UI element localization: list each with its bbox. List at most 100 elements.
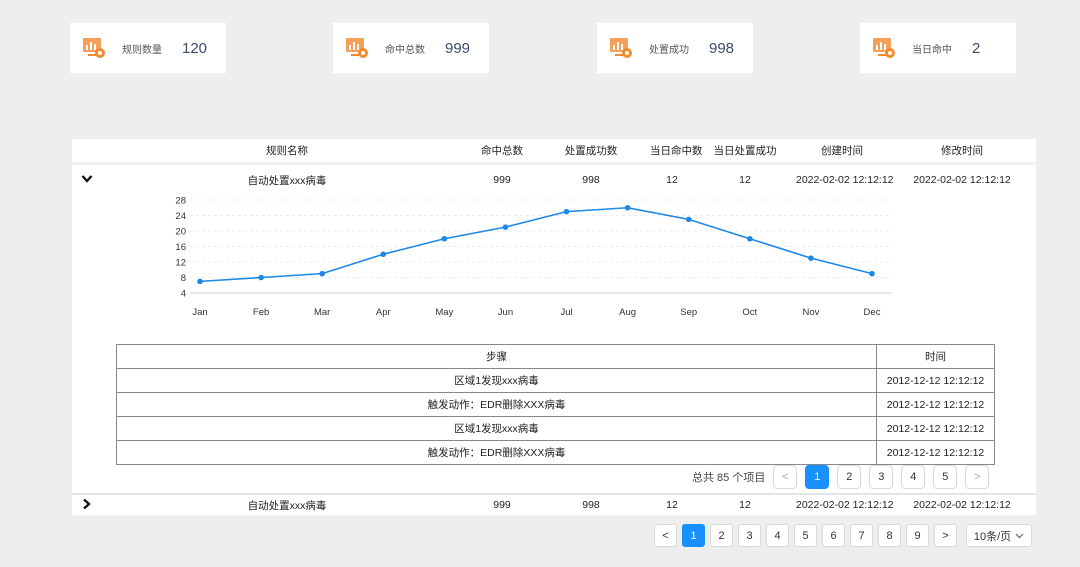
page-button-2[interactable]: 2: [837, 465, 862, 489]
next-page-button[interactable]: >: [934, 524, 957, 547]
data-point: [319, 270, 325, 277]
stat-label: 当日命中: [912, 44, 952, 56]
x-tick-label: Dec: [864, 307, 881, 318]
chart-monitor-icon: [82, 36, 106, 60]
stat-card-rule-count: 规则数量 120: [70, 23, 226, 73]
series-line: [199, 206, 873, 283]
row-hits: 999: [493, 499, 511, 511]
step-time: 2012-12-12 12:12:12: [876, 392, 995, 417]
step-text: 区域1发现xxx病毒: [116, 416, 877, 441]
header-modified: 修改时间: [941, 145, 983, 157]
data-point: [380, 251, 387, 258]
steps-row: 触发动作：EDR删除XXX病毒 2012-12-12 12:12:12: [116, 440, 995, 465]
step-text: 触发动作：EDR删除XXX病毒: [116, 440, 877, 465]
steps-header-time: 时间: [876, 344, 995, 369]
next-page-button[interactable]: >: [965, 465, 990, 489]
x-tick-label: Feb: [253, 307, 269, 318]
x-tick-label: Oct: [742, 307, 757, 318]
x-tick-label: Aug: [619, 307, 636, 318]
row-rule-name: 自动处置xxx病毒: [247, 174, 327, 187]
y-tick-label: 4: [181, 289, 186, 300]
page-button-8[interactable]: 8: [878, 524, 901, 547]
stat-card-handled: 处置成功 998: [597, 23, 753, 73]
steps-row: 区域1发现xxx病毒 2012-12-12 12:12:12: [116, 368, 995, 393]
header-created: 创建时间: [821, 145, 863, 157]
stat-label: 命中总数: [385, 44, 425, 56]
page-button-3[interactable]: 3: [738, 524, 761, 547]
stat-value: 120: [182, 39, 208, 57]
header-rule-name: 规则名称: [266, 145, 308, 157]
hit-trend-line-chart: 4 8 12 16 20 24 28 Jan Feb Mar Apr May Jun Jul Aug Sep O…: [175, 197, 892, 318]
header-success: 处置成功数: [564, 145, 618, 157]
step-text: 区域1发现xxx病毒: [116, 368, 877, 393]
row-today-success: 12: [739, 174, 751, 186]
page-size-select[interactable]: 10条/页: [966, 524, 1032, 547]
total-items: 总共 85 个项目: [692, 472, 766, 484]
page-size-label: 10条/页: [973, 530, 1012, 543]
page-button-5[interactable]: 5: [933, 465, 958, 489]
y-tick-label: 12: [175, 258, 186, 269]
data-point: [808, 255, 814, 261]
y-tick-label: 28: [175, 197, 186, 207]
x-tick-label: Nov: [802, 307, 819, 318]
data-point: [747, 235, 753, 242]
x-tick-label: Mar: [314, 307, 330, 318]
chevron-down-icon[interactable]: [72, 174, 102, 187]
data-point: [563, 208, 570, 215]
stat-card-hit-total: 命中总数 999: [333, 23, 489, 73]
steps-pagination: 总共 85 个项目 < 1 2 3 4 5 >: [692, 465, 990, 489]
x-tick-label: Apr: [376, 307, 391, 318]
page-button-4[interactable]: 4: [901, 465, 926, 489]
row-today-hits: 12: [666, 499, 678, 511]
data-point: [197, 278, 203, 285]
row-rule-name: 自动处置xxx病毒: [247, 499, 327, 512]
x-tick-label: Sep: [680, 307, 697, 318]
row-hits: 999: [493, 174, 511, 186]
data-point: [624, 204, 631, 211]
data-point: [258, 274, 264, 281]
page-button-7[interactable]: 7: [850, 524, 873, 547]
table-row[interactable]: 自动处置xxx病毒 999 998 12 12 2022-02-02 12:12…: [72, 493, 1036, 515]
page-button-1[interactable]: 1: [682, 524, 705, 547]
steps-row: 触发动作：EDR删除XXX病毒 2012-12-12 12:12:12: [116, 392, 995, 417]
header-today-hits: 当日命中数: [650, 145, 703, 157]
x-tick-label: Jun: [498, 307, 513, 318]
table-header: 规则名称 命中总数 处置成功数 当日命中数 当日处置成功 创建时间 修改时间: [72, 139, 1036, 165]
table-row[interactable]: 自动处置xxx病毒 999 998 12 12 2022-02-02 12:12…: [72, 167, 1036, 193]
prev-page-button[interactable]: <: [654, 524, 677, 547]
step-time: 2012-12-12 12:12:12: [876, 368, 995, 393]
chart-monitor-icon: [609, 36, 633, 60]
chevron-right-icon[interactable]: [72, 498, 102, 513]
page-button-2[interactable]: 2: [710, 524, 733, 547]
y-tick-label: 24: [175, 211, 186, 222]
stat-value: 998: [709, 39, 735, 57]
chart-monitor-icon: [345, 36, 369, 60]
header-hits: 命中总数: [481, 145, 523, 157]
page-button-6[interactable]: 6: [822, 524, 845, 547]
y-tick-label: 8: [181, 273, 186, 284]
x-tick-label: Jul: [560, 307, 572, 318]
rules-table: 规则名称 命中总数 处置成功数 当日命中数 当日处置成功 创建时间 修改时间 自…: [72, 139, 1036, 515]
x-tick-label: May: [435, 307, 453, 318]
page-button-3[interactable]: 3: [869, 465, 894, 489]
steps-header-row: 步骤 时间: [116, 344, 995, 369]
page-button-5[interactable]: 5: [794, 524, 817, 547]
row-today-hits: 12: [666, 174, 678, 186]
rules-panel: 规则名称 命中总数 处置成功数 当日命中数 当日处置成功 创建时间 修改时间 自…: [0, 115, 1066, 567]
page-button-9[interactable]: 9: [906, 524, 929, 547]
prev-page-button[interactable]: <: [773, 465, 798, 489]
row-created: 2022-02-02 12:12:12: [796, 499, 894, 511]
chart-monitor-icon: [872, 36, 896, 60]
header-today-success: 当日处置成功: [713, 145, 777, 157]
stat-label: 处置成功: [649, 44, 689, 56]
step-text: 触发动作：EDR删除XXX病毒: [116, 392, 877, 417]
step-time: 2012-12-12 12:12:12: [876, 416, 995, 441]
row-success: 998: [582, 499, 600, 511]
steps-header-step: 步骤: [116, 344, 877, 369]
stat-value: 2: [972, 39, 981, 57]
x-tick-label: Jan: [192, 307, 207, 318]
step-time: 2012-12-12 12:12:12: [876, 440, 995, 465]
page-button-1[interactable]: 1: [805, 465, 830, 489]
page-button-4[interactable]: 4: [766, 524, 789, 547]
rules-pagination: < 1 2 3 4 5 6 7 8 9 > 10条/页: [654, 524, 1032, 547]
